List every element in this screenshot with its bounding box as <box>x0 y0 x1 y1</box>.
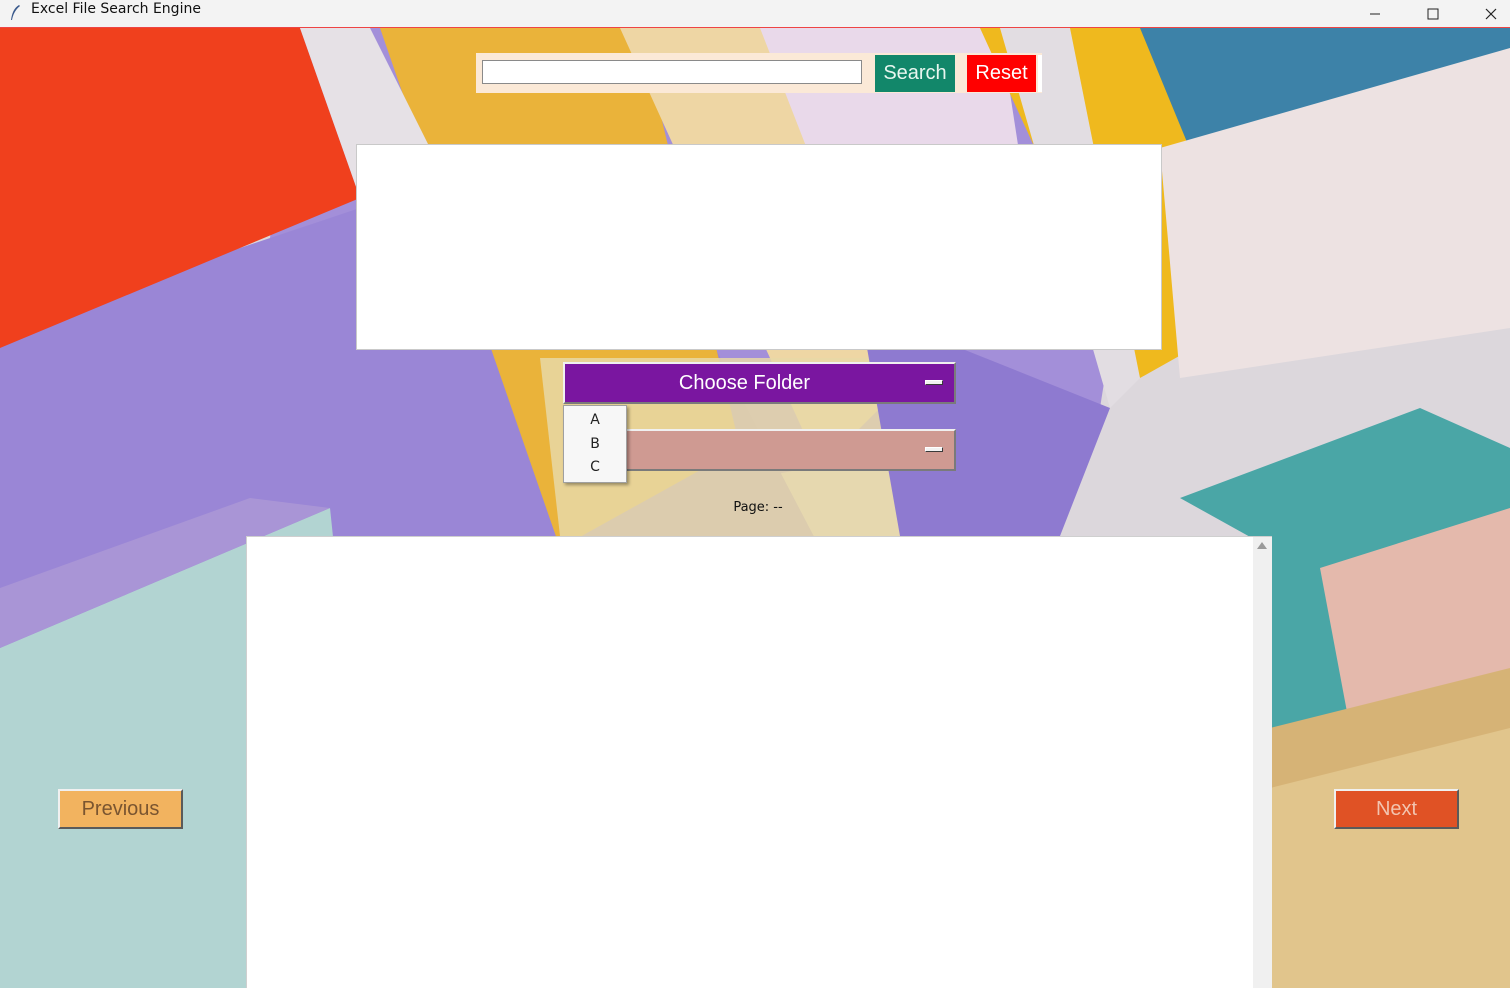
folder-option-c[interactable]: C <box>564 456 626 480</box>
page-indicator: Page: -- <box>733 500 783 515</box>
maximize-button[interactable] <box>1410 0 1456 28</box>
close-icon <box>1485 8 1497 20</box>
search-bar-edge <box>1038 55 1042 92</box>
search-input[interactable] <box>482 60 862 84</box>
menu-indicator-icon <box>925 380 943 385</box>
choose-folder-menu[interactable]: Choose Folder <box>563 362 956 404</box>
minimize-button[interactable] <box>1352 0 1398 28</box>
close-button[interactable] <box>1468 0 1510 28</box>
vertical-scrollbar[interactable] <box>1253 537 1272 988</box>
choose-folder-label: Choose Folder <box>678 371 811 394</box>
window-title: Excel File Search Engine <box>31 1 201 17</box>
search-button[interactable]: Search <box>875 55 955 92</box>
folder-dropdown: A B C <box>563 405 627 483</box>
menu-indicator-icon <box>925 447 943 452</box>
feather-icon <box>11 5 20 20</box>
results-text-area[interactable] <box>246 536 1272 988</box>
minimize-icon <box>1370 13 1380 15</box>
search-bar: Search Reset <box>476 53 1042 93</box>
reset-button[interactable]: Reset <box>967 55 1036 92</box>
next-button[interactable]: Next <box>1334 789 1459 829</box>
title-bar: Excel File Search Engine <box>0 0 1510 28</box>
folder-option-b[interactable]: B <box>564 433 626 457</box>
info-box <box>356 144 1162 350</box>
scroll-up-arrow-icon[interactable] <box>1257 542 1267 550</box>
folder-option-a[interactable]: A <box>564 409 626 433</box>
maximize-icon <box>1427 8 1439 20</box>
previous-button[interactable]: Previous <box>58 789 183 829</box>
